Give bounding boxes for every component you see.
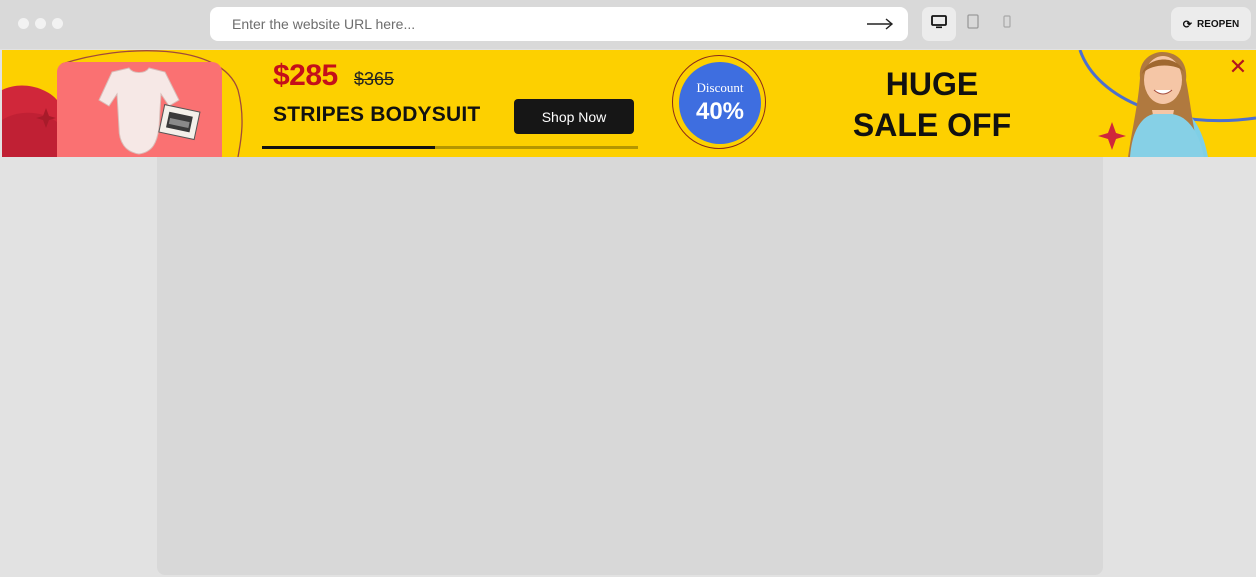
discount-value: 40% — [695, 98, 745, 125]
sale-price: $285 — [273, 59, 338, 92]
window-dot-icon — [52, 18, 63, 29]
product-image[interactable] — [57, 62, 222, 157]
promo-banner: $285 $365 STRIPES BODYSUIT Shop Now Disc… — [2, 50, 1256, 157]
close-icon[interactable]: ✕ — [1228, 54, 1248, 79]
discount-label: Discount — [696, 80, 744, 95]
preview-frame — [157, 157, 1103, 575]
countdown-progress-bar — [262, 146, 638, 149]
shop-now-button[interactable]: Shop Now — [514, 99, 634, 134]
bodysuit-image — [98, 67, 201, 155]
mobile-view-button[interactable] — [990, 7, 1024, 41]
url-bar — [210, 7, 908, 41]
sale-headline: HUGE SALE OFF — [832, 64, 1032, 146]
browser-toolbar: ⟳ REOPEN — [0, 0, 1256, 49]
reopen-label: REOPEN — [1196, 18, 1240, 30]
refresh-icon: ⟳ — [1182, 18, 1192, 31]
arrow-right-icon[interactable] — [866, 15, 894, 33]
reopen-button[interactable]: ⟳ REOPEN — [1171, 7, 1251, 41]
tablet-icon — [967, 14, 979, 34]
desktop-icon — [931, 14, 947, 34]
sale-line-2: SALE OFF — [852, 107, 1012, 143]
window-dot-icon — [35, 18, 46, 29]
discount-badge: Discount 40% — [679, 62, 761, 144]
desktop-view-button[interactable] — [922, 7, 956, 41]
window-dot-icon — [18, 18, 29, 29]
url-input[interactable] — [210, 7, 872, 41]
tablet-view-button[interactable] — [956, 7, 990, 41]
progress-fill — [262, 146, 435, 149]
product-title: STRIPES BODYSUIT — [273, 103, 481, 126]
sale-line-1: HUGE — [885, 66, 979, 102]
original-price: $365 — [354, 69, 395, 89]
mobile-icon — [1003, 15, 1011, 33]
